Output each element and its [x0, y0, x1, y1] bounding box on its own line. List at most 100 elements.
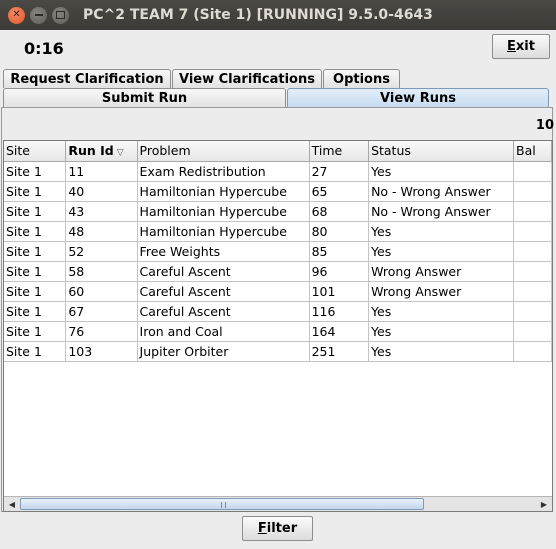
cell-status: No - Wrong Answer: [368, 181, 515, 202]
cell-balloon: [513, 301, 552, 322]
table-row[interactable]: Site 1 67 Careful Ascent 116 Yes: [4, 301, 552, 322]
column-header-run-id[interactable]: Run Id ▽: [65, 141, 138, 162]
cell-site: Site 1: [4, 241, 67, 262]
cell-time: 251: [309, 341, 370, 362]
cell-run-id: 48: [65, 221, 138, 242]
table-row[interactable]: Site 1 48 Hamiltonian Hypercube 80 Yes: [4, 221, 552, 242]
runs-table-container: Site Run Id ▽ Problem Time Status Bal Sit…: [3, 140, 553, 512]
column-header-problem[interactable]: Problem: [137, 141, 310, 162]
cell-status: Yes: [368, 241, 515, 262]
scrollbar-thumb[interactable]: [20, 498, 424, 510]
table-row[interactable]: Site 1 40 Hamiltonian Hypercube 65 No - …: [4, 181, 552, 202]
cell-site: Site 1: [4, 201, 67, 222]
cell-run-id: 11: [65, 161, 138, 182]
scroll-right-icon[interactable]: ▶: [537, 497, 551, 511]
cell-status: Yes: [368, 301, 515, 322]
cell-time: 96: [309, 261, 370, 282]
cell-balloon: [513, 281, 552, 302]
cell-site: Site 1: [4, 301, 67, 322]
cell-site: Site 1: [4, 181, 67, 202]
cell-status: Yes: [368, 341, 515, 362]
cell-run-id: 58: [65, 261, 138, 282]
cell-run-id: 43: [65, 201, 138, 222]
tab-request-clarification[interactable]: Request Clarification: [3, 69, 171, 88]
cell-problem: Exam Redistribution: [137, 161, 310, 182]
exit-label: xit: [515, 39, 535, 54]
cell-balloon: [513, 201, 552, 222]
run-count-label: 10: [535, 118, 554, 133]
exit-mnemonic: E: [507, 39, 516, 54]
filter-button[interactable]: Filter: [242, 516, 313, 541]
runs-table: Site Run Id ▽ Problem Time Status Bal Sit…: [4, 141, 552, 362]
cell-time: 101: [309, 281, 370, 302]
cell-problem: Hamiltonian Hypercube: [137, 201, 310, 222]
cell-problem: Jupiter Orbiter: [137, 341, 310, 362]
exit-button[interactable]: Exit: [492, 34, 550, 59]
cell-status: Yes: [368, 161, 515, 182]
table-header-row: Site Run Id ▽ Problem Time Status Bal: [4, 141, 552, 162]
cell-site: Site 1: [4, 321, 67, 342]
cell-site: Site 1: [4, 161, 67, 182]
scroll-left-icon[interactable]: ◀: [5, 497, 19, 511]
tab-view-runs[interactable]: View Runs: [287, 88, 549, 107]
table-row[interactable]: Site 1 52 Free Weights 85 Yes: [4, 241, 552, 262]
cell-run-id: 67: [65, 301, 138, 322]
cell-site: Site 1: [4, 341, 67, 362]
cell-balloon: [513, 221, 552, 242]
cell-problem: Careful Ascent: [137, 261, 310, 282]
tab-submit-run[interactable]: Submit Run: [3, 88, 286, 107]
table-row[interactable]: Site 1 11 Exam Redistribution 27 Yes: [4, 161, 552, 182]
cell-status: Wrong Answer: [368, 261, 515, 282]
maximize-window-icon[interactable]: [52, 6, 69, 24]
column-header-status[interactable]: Status: [368, 141, 515, 162]
table-row[interactable]: Site 1 43 Hamiltonian Hypercube 68 No - …: [4, 201, 552, 222]
horizontal-scrollbar[interactable]: ◀ ▶: [4, 496, 552, 511]
cell-time: 80: [309, 221, 370, 242]
cell-problem: Iron and Coal: [137, 321, 310, 342]
table-row[interactable]: Site 1 103 Jupiter Orbiter 251 Yes: [4, 341, 552, 362]
contest-clock: 0:16: [24, 39, 64, 58]
table-row[interactable]: Site 1 76 Iron and Coal 164 Yes: [4, 321, 552, 342]
cell-time: 27: [309, 161, 370, 182]
cell-site: Site 1: [4, 281, 67, 302]
cell-problem: Hamiltonian Hypercube: [137, 181, 310, 202]
filter-label: ilter: [266, 521, 298, 536]
window-titlebar[interactable]: ✕ PC^2 TEAM 7 (Site 1) [RUNNING] 9.5.0-4…: [0, 0, 556, 30]
column-header-balloon[interactable]: Bal: [513, 141, 552, 162]
column-header-run-id-label: Run Id: [68, 143, 114, 159]
filter-mnemonic: F: [257, 521, 267, 536]
cell-time: 116: [309, 301, 370, 322]
tab-options[interactable]: Options: [323, 69, 400, 88]
cell-run-id: 76: [65, 321, 138, 342]
cell-balloon: [513, 161, 552, 182]
column-header-time[interactable]: Time: [309, 141, 370, 162]
cell-balloon: [513, 261, 552, 282]
grip-icon: [221, 502, 226, 508]
cell-status: Yes: [368, 221, 515, 242]
cell-problem: Hamiltonian Hypercube: [137, 221, 310, 242]
cell-site: Site 1: [4, 261, 67, 282]
close-window-icon[interactable]: ✕: [8, 6, 25, 24]
cell-site: Site 1: [4, 221, 67, 242]
cell-run-id: 103: [65, 341, 138, 362]
cell-balloon: [513, 321, 552, 342]
cell-balloon: [513, 341, 552, 362]
table-row[interactable]: Site 1 60 Careful Ascent 101 Wrong Answe…: [4, 281, 552, 302]
cell-balloon: [513, 241, 552, 262]
table-row[interactable]: Site 1 58 Careful Ascent 96 Wrong Answer: [4, 261, 552, 282]
cell-time: 68: [309, 201, 370, 222]
cell-problem: Careful Ascent: [137, 281, 310, 302]
cell-run-id: 40: [65, 181, 138, 202]
cell-time: 65: [309, 181, 370, 202]
cell-run-id: 52: [65, 241, 138, 262]
cell-run-id: 60: [65, 281, 138, 302]
sort-descending-icon: ▽: [116, 148, 124, 159]
tab-view-clarifications[interactable]: View Clarifications: [172, 69, 322, 88]
cell-status: Yes: [368, 321, 515, 342]
cell-problem: Careful Ascent: [137, 301, 310, 322]
column-header-site[interactable]: Site: [4, 141, 67, 162]
cell-time: 85: [309, 241, 370, 262]
minimize-window-icon[interactable]: [30, 6, 47, 24]
window-title: PC^2 TEAM 7 (Site 1) [RUNNING] 9.5.0-464…: [83, 7, 433, 23]
cell-balloon: [513, 181, 552, 202]
